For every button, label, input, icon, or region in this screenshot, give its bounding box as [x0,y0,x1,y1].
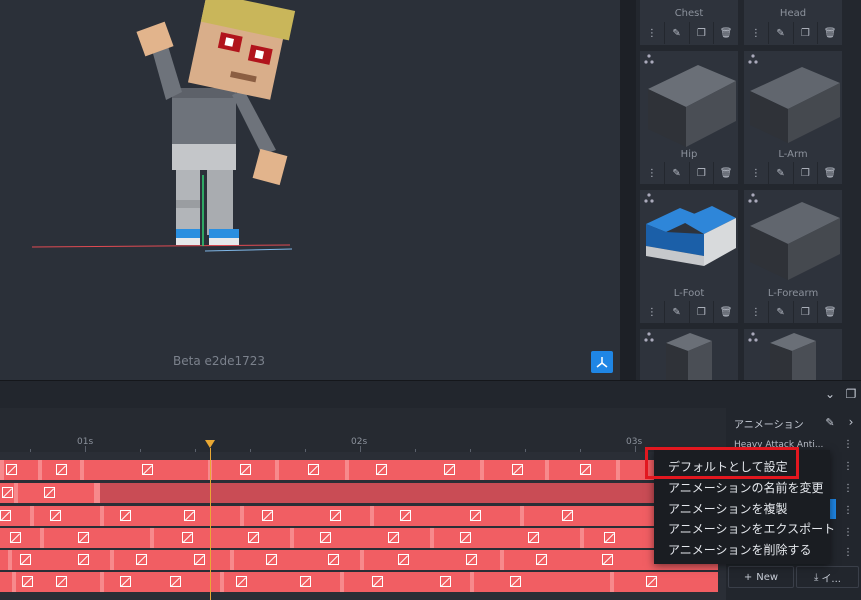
menu-item-export[interactable]: アニメーションをエクスポート [668,520,835,537]
part-label: L-Foot [673,288,705,299]
part-card-7[interactable] [744,329,842,380]
import-icon: ⤓ [814,571,819,583]
timeline-track[interactable] [0,572,718,592]
more-vertical-icon[interactable]: ⋮ [744,162,769,184]
chevron-down-icon[interactable]: ⌄ [820,384,840,404]
timeline-track[interactable] [0,550,718,570]
part-thumbnail [648,65,736,147]
edit-icon[interactable]: ✎ [769,301,794,323]
more-vertical-icon[interactable]: ⋮ [640,301,665,323]
part-label: Head [779,8,807,19]
timeline-track[interactable] [0,506,718,526]
part-thumbnail [750,67,840,143]
right-hand [252,148,288,186]
edit-icon[interactable]: ✎ [769,162,794,184]
part-label: L-Forearm [767,288,819,299]
axis-gizmo-icon [596,357,608,368]
edit-icon[interactable]: ✎ [665,301,690,323]
highlight-box [645,447,799,479]
panel-divider[interactable] [620,0,636,380]
trash-icon[interactable]: 🗑 [714,162,738,184]
edit-icon[interactable]: ✎ [665,162,690,184]
timeline-track[interactable] [0,528,718,548]
edit-icon[interactable]: ✎ [665,22,690,44]
animation-panel-title: アニメーション [734,420,804,431]
trash-icon[interactable]: 🗑 [818,22,842,44]
import-animation-button[interactable]: ⤓ イ... [796,566,859,588]
hip [172,140,236,170]
timeline[interactable]: 01s 02s 03s [0,408,726,600]
more-vertical-icon[interactable]: ⋮ [843,547,853,558]
more-vertical-icon[interactable]: ⋮ [640,162,665,184]
app-root: Beta e2de1723 Chest ⋮ ✎ ❐ 🗑 Head ⋮ ✎ ❐ 🗑… [0,0,861,600]
playhead-handle[interactable] [205,440,215,448]
part-toolbar: ⋮ ✎ ❐ 🗑 [744,22,842,44]
duplicate-icon[interactable]: ❐ [794,301,819,323]
part-thumbnail [770,333,816,380]
popout-icon[interactable]: ❐ [841,384,861,404]
edit-icon[interactable]: ✎ [769,22,794,44]
timeline-track[interactable] [0,460,718,480]
edit-animation-icon[interactable]: ✎ [821,413,839,431]
menu-item-rename[interactable]: アニメーションの名前を変更 [668,479,824,496]
part-toolbar: ⋮ ✎ ❐ 🗑 [640,301,738,323]
part-label: Chest [674,8,704,19]
trash-icon[interactable]: 🗑 [818,301,842,323]
left-arm [152,46,182,100]
chevron-right-icon[interactable]: › [842,413,860,431]
part-toolbar: ⋮ ✎ ❐ 🗑 [744,162,842,184]
part-thumbnail [666,333,712,380]
timeline-track[interactable] [0,483,718,503]
new-animation-label: New [756,571,779,583]
import-animation-label: イ... [821,573,841,585]
more-vertical-icon[interactable]: ⋮ [843,527,853,538]
part-card-l-arm[interactable]: L-Arm ⋮ ✎ ❐ 🗑 [744,51,842,184]
duplicate-icon[interactable]: ❐ [690,301,715,323]
part-card-hip[interactable]: Hip ⋮ ✎ ❐ 🗑 [640,51,738,184]
menu-item-delete[interactable]: アニメーションを削除する [668,541,812,558]
part-card-chest[interactable]: Chest ⋮ ✎ ❐ 🗑 [640,0,738,45]
right-arm [232,90,276,155]
part-card-l-foot[interactable]: L-Foot ⋮ ✎ ❐ 🗑 [640,190,738,323]
part-card-l-forearm[interactable]: L-Forearm ⋮ ✎ ❐ 🗑 [744,190,842,323]
version-label: Beta e2de1723 [173,354,266,368]
duplicate-icon[interactable]: ❐ [690,162,715,184]
plus-icon: + [743,571,753,583]
part-label: L-Arm [778,149,808,160]
part-toolbar: ⋮ ✎ ❐ 🗑 [640,162,738,184]
gizmo-toggle-button[interactable] [591,351,613,373]
part-card-6[interactable] [640,329,738,380]
x-axis-line [31,244,291,248]
more-vertical-icon[interactable]: ⋮ [640,22,665,44]
z-axis-line [204,248,293,252]
playhead[interactable] [210,448,211,600]
timeline-header-bar [0,380,861,408]
more-vertical-icon[interactable]: ⋮ [843,439,853,450]
more-vertical-icon[interactable]: ⋮ [843,505,853,516]
trash-icon[interactable]: 🗑 [714,301,738,323]
character-scene [31,0,296,252]
time-ruler[interactable]: 01s 02s 03s [0,408,726,452]
3d-viewport[interactable]: Beta e2de1723 [0,0,620,380]
trash-icon[interactable]: 🗑 [818,162,842,184]
duplicate-icon[interactable]: ❐ [690,22,715,44]
part-toolbar: ⋮ ✎ ❐ 🗑 [744,301,842,323]
menu-item-duplicate[interactable]: アニメーションを複製 [668,500,788,517]
part-label: Hip [680,149,698,160]
more-vertical-icon[interactable]: ⋮ [744,22,769,44]
part-thumbnail [750,202,840,280]
more-vertical-icon[interactable]: ⋮ [744,301,769,323]
duplicate-icon[interactable]: ❐ [794,22,819,44]
parts-panel: Chest ⋮ ✎ ❐ 🗑 Head ⋮ ✎ ❐ 🗑 Hip ⋮ ✎ ❐ 🗑 L… [636,0,861,380]
new-animation-button[interactable]: + New [728,566,794,588]
part-card-head[interactable]: Head ⋮ ✎ ❐ 🗑 [744,0,842,45]
part-thumbnail [646,206,736,266]
duplicate-icon[interactable]: ❐ [794,162,819,184]
trash-icon[interactable]: 🗑 [714,22,738,44]
part-toolbar: ⋮ ✎ ❐ 🗑 [640,22,738,44]
right-leg [207,165,233,235]
more-vertical-icon[interactable]: ⋮ [843,483,853,494]
more-vertical-icon[interactable]: ⋮ [843,461,853,472]
